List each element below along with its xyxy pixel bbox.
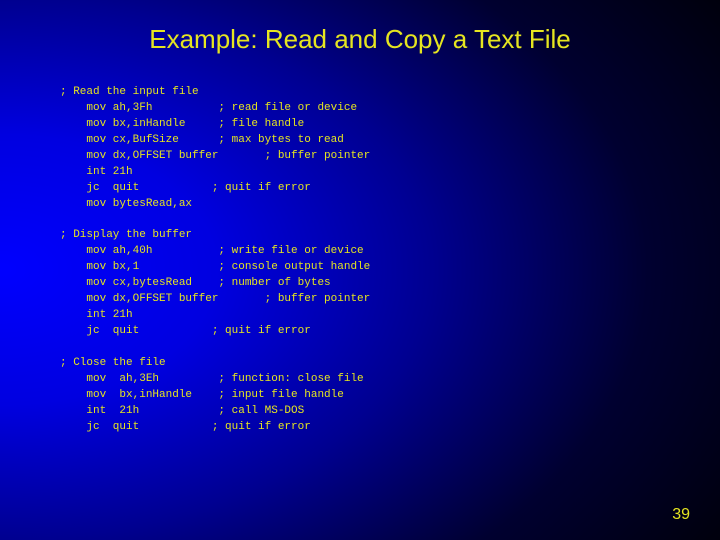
code-line: mov bx,inHandle ; file handle [60,118,304,130]
code-line: jc quit ; quit if error [60,325,311,337]
code-line: mov cx,BufSize ; max bytes to read [60,134,344,146]
code-line: int 21h [60,166,133,178]
code-line: mov bx,1 ; console output handle [60,261,370,273]
code-block: ; Read the input file mov ah,3Fh ; read … [60,85,720,436]
code-comment: ; Close the file [60,357,166,369]
code-line: mov bytesRead,ax [60,198,192,210]
page-number: 39 [672,506,690,524]
code-line: mov dx,OFFSET buffer ; buffer pointer [60,150,370,162]
code-line: jc quit ; quit if error [60,421,311,433]
code-line: int 21h [60,309,133,321]
code-comment: ; Read the input file [60,86,199,98]
code-line: mov dx,OFFSET buffer ; buffer pointer [60,293,370,305]
code-comment: ; Display the buffer [60,229,192,241]
code-line: mov ah,3Eh ; function: close file [60,373,364,385]
code-line: int 21h ; call MS-DOS [60,405,304,417]
code-line: mov ah,40h ; write file or device [60,245,364,257]
slide-title: Example: Read and Copy a Text File [0,0,720,55]
code-line: jc quit ; quit if error [60,182,311,194]
code-line: mov ah,3Fh ; read file or device [60,102,357,114]
code-line: mov cx,bytesRead ; number of bytes [60,277,331,289]
code-line: mov bx,inHandle ; input file handle [60,389,344,401]
